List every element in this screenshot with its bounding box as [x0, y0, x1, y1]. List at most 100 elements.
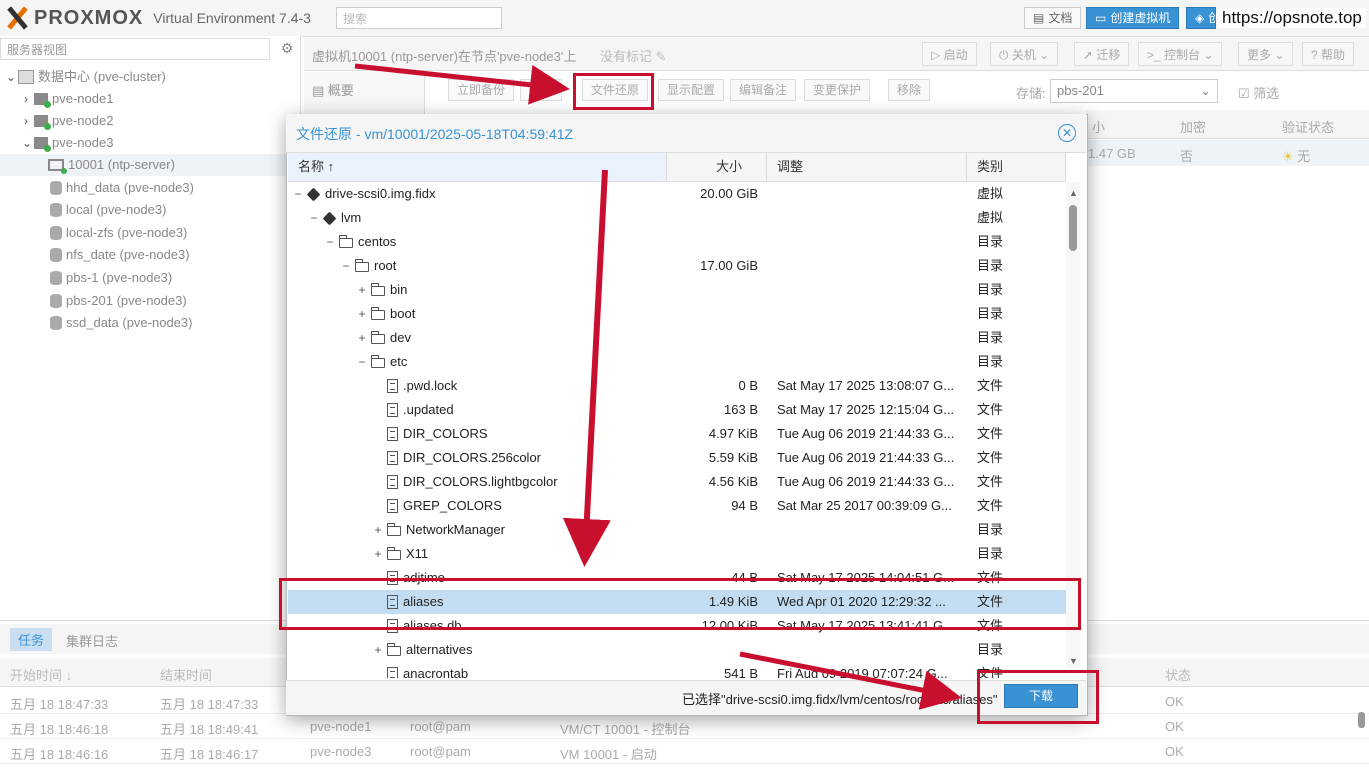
help-button[interactable]: ? 帮助: [1302, 42, 1355, 66]
file-tree-row[interactable]: DIR_COLORS 4.97 KiB Tue Aug 06 2019 21:44:…: [288, 422, 1066, 446]
file-tree-row[interactable]: anacrontab 541 B Fri Aug 09 2019 07:07:24 …: [288, 662, 1066, 678]
file-type: 目录: [977, 354, 1004, 369]
file-size: 4.56 KiB: [708, 474, 758, 489]
file-tree-row[interactable]: + NetworkManager 目录: [288, 518, 1066, 542]
search-input[interactable]: 搜索: [336, 7, 502, 29]
scroll-down-icon[interactable]: ▼: [1069, 656, 1078, 666]
console-button[interactable]: >_ 控制台 ⌄: [1138, 42, 1223, 66]
task-status: OK: [1165, 719, 1184, 734]
no-tags-label[interactable]: 没有标记 ✎: [600, 46, 667, 65]
collapse-icon[interactable]: −: [358, 350, 366, 374]
file-tree-row[interactable]: − root 17.00 GiB 目录: [288, 254, 1066, 278]
expand-icon[interactable]: ›: [22, 110, 30, 132]
file-tree-row[interactable]: − etc 目录: [288, 350, 1066, 374]
backup-verify: ☀ 无: [1282, 149, 1311, 164]
filter-checkbox[interactable]: ☑ 筛选: [1238, 83, 1279, 102]
tree-item-storage[interactable]: local (pve-node3): [50, 199, 166, 221]
storage-icon: [50, 226, 62, 240]
storage-select[interactable]: pbs-201 ⌄: [1050, 79, 1218, 103]
file-name-cell: + alternatives: [374, 638, 472, 662]
tree-item-vm-10001[interactable]: 10001 (ntp-server): [0, 154, 300, 176]
show-config-button[interactable]: 显示配置: [658, 79, 725, 101]
nav-item-overview[interactable]: ▤ 概要: [312, 80, 354, 99]
file-tree-row[interactable]: + bin 目录: [288, 278, 1066, 302]
tree-item-node2[interactable]: › pve-node2: [22, 110, 113, 132]
migrate-button[interactable]: ➚ 迁移: [1074, 42, 1130, 66]
column-encrypt[interactable]: 加密: [1180, 117, 1206, 136]
expand-icon[interactable]: ›: [22, 88, 30, 110]
file-tree-row[interactable]: DIR_COLORS.lightbgcolor 4.56 KiB Tue Aug 0…: [288, 470, 1066, 494]
column-end-time[interactable]: 结束时间: [160, 665, 212, 684]
file-name-cell: − etc: [358, 350, 407, 374]
collapse-icon[interactable]: −: [326, 230, 334, 254]
file-tree-row[interactable]: − centos 目录: [288, 230, 1066, 254]
tree-item-datacenter[interactable]: ⌄ 数据中心 (pve-cluster): [6, 66, 166, 88]
file-name: centos: [358, 234, 397, 249]
tab-tasks[interactable]: 任务: [10, 628, 53, 651]
file-size: 5.59 KiB: [708, 450, 758, 465]
remove-button[interactable]: 移除: [888, 79, 931, 101]
file-size: 541 B: [724, 666, 758, 678]
change-protection-button[interactable]: 变更保护: [804, 79, 871, 101]
collapse-icon[interactable]: −: [310, 206, 318, 230]
scrollbar-thumb[interactable]: [1069, 205, 1077, 251]
task-start: 五月 18 18:47:33: [10, 697, 109, 712]
shutdown-button[interactable]: ⏻ 关机 ⌄: [990, 42, 1059, 66]
tree-item-storage[interactable]: pbs-1 (pve-node3): [50, 267, 172, 289]
proxmox-logo[interactable]: PROXMOX Virtual Environment 7.4-3: [6, 6, 311, 30]
expand-icon[interactable]: +: [358, 278, 366, 302]
expand-icon[interactable]: +: [374, 518, 382, 542]
file-tree-row[interactable]: + dev 目录: [288, 326, 1066, 350]
collapse-icon[interactable]: ⌄: [22, 132, 32, 154]
edit-notes-button[interactable]: 编辑备注: [730, 79, 797, 101]
collapse-icon[interactable]: −: [294, 182, 302, 206]
column-size[interactable]: 大小: [667, 153, 767, 181]
column-status[interactable]: 状态: [1165, 665, 1191, 684]
column-verify[interactable]: 验证状态: [1282, 117, 1334, 136]
gear-icon[interactable]: ⚙: [278, 40, 296, 58]
file-tree-row[interactable]: + boot 目录: [288, 302, 1066, 326]
more-button[interactable]: 更多 ⌄: [1238, 42, 1294, 66]
server-view-select[interactable]: 服务器视图: [0, 38, 270, 60]
column-modified[interactable]: 调整: [767, 153, 967, 181]
tree-item-node1[interactable]: › pve-node1: [22, 88, 113, 110]
scroll-up-icon[interactable]: ▲: [1069, 188, 1078, 198]
restore-button[interactable]: 还原: [520, 79, 563, 101]
expand-icon[interactable]: +: [374, 542, 382, 566]
file-tree-row[interactable]: − lvm 虚拟: [288, 206, 1066, 230]
expand-icon[interactable]: +: [374, 638, 382, 662]
file-tree-row[interactable]: + X11 目录: [288, 542, 1066, 566]
create-vm-button[interactable]: ▭ 创建虚拟机: [1086, 7, 1180, 29]
tree-item-storage[interactable]: nfs_date (pve-node3): [50, 244, 190, 266]
expand-icon[interactable]: +: [358, 326, 366, 350]
create-ct-button[interactable]: ◈ 创: [1186, 7, 1220, 29]
collapse-icon[interactable]: ⌄: [6, 66, 16, 88]
file-name-cell: + boot: [358, 302, 415, 326]
task-scrollbar[interactable]: [1358, 712, 1365, 728]
file-tree-row[interactable]: DIR_COLORS.256color 5.59 KiB Tue Aug 06 20…: [288, 446, 1066, 470]
file-tree-row[interactable]: .pwd.lock 0 B Sat May 17 2025 13:08:07 G..…: [288, 374, 1066, 398]
tree-item-storage[interactable]: pbs-201 (pve-node3): [50, 290, 187, 312]
column-start-time[interactable]: 开始时间 ↓: [10, 665, 72, 684]
column-type[interactable]: 类别: [967, 153, 1066, 181]
column-name[interactable]: 名称 ↑: [288, 153, 667, 181]
start-button[interactable]: ▷ 启动: [922, 42, 977, 66]
cube-icon: ◈: [1195, 11, 1205, 25]
tab-cluster-log[interactable]: 集群日志: [66, 631, 118, 650]
tree-item-storage[interactable]: ssd_data (pve-node3): [50, 312, 192, 334]
backup-now-button[interactable]: 立即备份: [448, 79, 515, 101]
tree-item-storage[interactable]: local-zfs (pve-node3): [50, 222, 187, 244]
close-icon[interactable]: ✕: [1058, 124, 1076, 142]
file-tree-row[interactable]: + alternatives 目录: [288, 638, 1066, 662]
file-tree-row[interactable]: .updated 163 B Sat May 17 2025 12:15:04 G.…: [288, 398, 1066, 422]
collapse-icon[interactable]: −: [342, 254, 350, 278]
pencil-icon[interactable]: ✎: [656, 49, 667, 64]
folder-icon: [387, 523, 401, 536]
file-name: .updated: [403, 402, 454, 417]
tree-item-storage[interactable]: hhd_data (pve-node3): [50, 177, 194, 199]
file-tree-row[interactable]: GREP_COLORS 94 B Sat Mar 25 2017 00:39:09 …: [288, 494, 1066, 518]
tree-item-node3[interactable]: ⌄ pve-node3: [22, 132, 113, 154]
file-tree-row[interactable]: − drive-scsi0.img.fidx 20.00 GiB 虚拟: [288, 182, 1066, 206]
expand-icon[interactable]: +: [358, 302, 366, 326]
docs-button[interactable]: ▤ 文档: [1024, 7, 1082, 29]
